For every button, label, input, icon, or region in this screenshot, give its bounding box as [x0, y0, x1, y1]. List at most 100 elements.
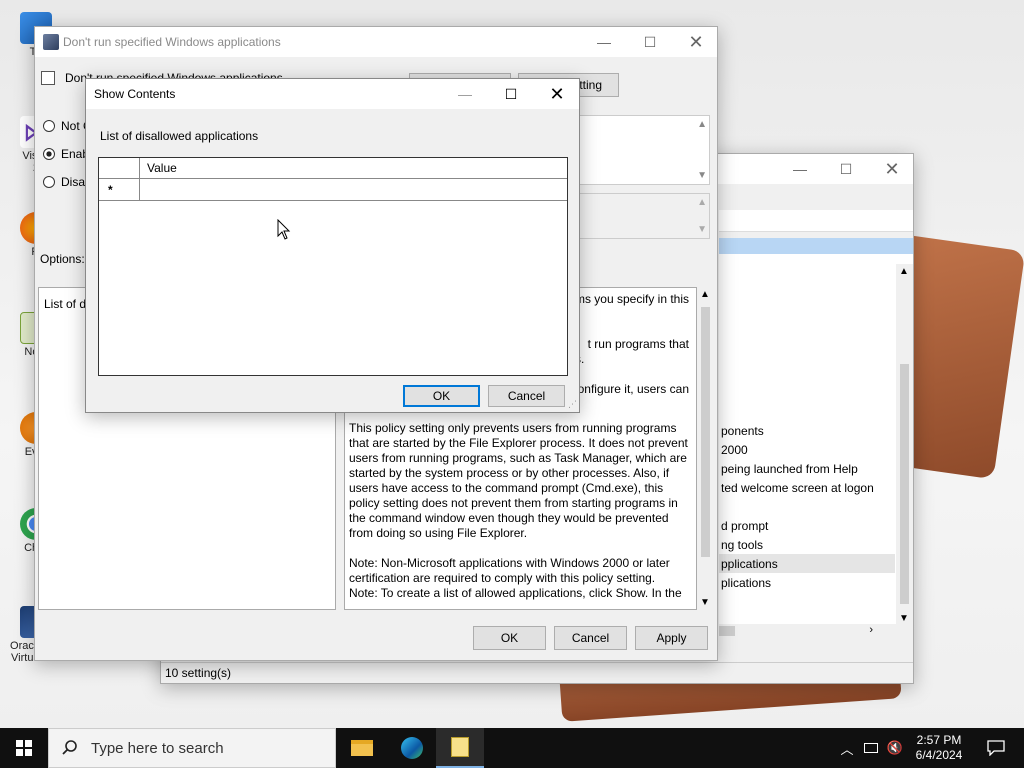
taskbar-edge[interactable] — [388, 728, 436, 768]
search-placeholder: Type here to search — [91, 739, 224, 757]
scroll-up-icon: ▲ — [700, 289, 710, 300]
policy-setting-icon — [41, 71, 55, 85]
dialog-title: Show Contents — [94, 87, 176, 101]
ok-button[interactable]: OK — [403, 385, 480, 407]
ok-button[interactable]: OK — [473, 626, 546, 650]
minimize-button[interactable]: — — [442, 79, 488, 109]
list-item[interactable]: ng tools — [721, 538, 763, 552]
column-header-value[interactable]: Value — [147, 161, 177, 175]
taskbar-notepad[interactable] — [436, 728, 484, 768]
clock-time: 2:57 PM — [916, 733, 962, 747]
close-icon: ✕ — [884, 158, 900, 179]
value-cell[interactable] — [140, 179, 567, 201]
minimize-icon: — — [458, 86, 472, 102]
help-paragraph: This policy setting only prevents users … — [349, 421, 688, 540]
network-icon — [864, 743, 878, 753]
scroll-down-icon: ▼ — [899, 613, 909, 624]
windows-logo-icon — [16, 740, 32, 756]
volume-muted-icon: 🔇 — [886, 740, 904, 755]
list-item[interactable]: plications — [721, 576, 771, 590]
notepad-icon — [451, 737, 469, 757]
taskbar: Type here to search ︿ 🔇 2:57 PM 6/4/2024 — [0, 728, 1024, 768]
scroll-down-icon: ▼ — [697, 224, 707, 235]
button-label: OK — [432, 389, 451, 403]
apply-button[interactable]: Apply — [635, 626, 708, 650]
list-item-selected[interactable]: pplications — [721, 557, 778, 571]
search-icon — [62, 740, 77, 755]
maximize-button[interactable]: ☐ — [823, 154, 869, 184]
scroll-up-icon: ▲ — [697, 197, 707, 208]
close-icon: ✕ — [688, 31, 704, 52]
list-item[interactable]: 2000 — [721, 443, 748, 457]
taskbar-file-explorer[interactable] — [338, 728, 386, 768]
network-button[interactable] — [860, 728, 882, 768]
taskbar-search-box[interactable]: Type here to search — [48, 728, 336, 768]
radio-enabled[interactable]: Enab — [43, 147, 89, 161]
list-item[interactable]: ted welcome screen at logon — [721, 481, 874, 495]
gpedit-list-header — [719, 238, 913, 254]
button-label: Cancel — [571, 631, 610, 645]
gpedit-vertical-scrollbar[interactable]: ▲ ▼ — [896, 264, 913, 624]
scroll-thumb[interactable] — [701, 307, 710, 557]
policy-app-icon — [43, 34, 59, 50]
values-grid[interactable]: Value * — [98, 157, 568, 376]
clock-date: 6/4/2024 — [915, 748, 963, 762]
new-row-marker: * — [99, 179, 140, 201]
maximize-icon: ☐ — [643, 33, 657, 50]
minimize-button[interactable]: — — [581, 27, 627, 57]
list-item[interactable]: d prompt — [721, 519, 768, 533]
chevron-up-icon: ︿ — [840, 741, 854, 757]
close-button[interactable]: ✕ — [673, 27, 719, 57]
maximize-icon: ☐ — [504, 85, 518, 102]
list-item[interactable]: peing launched from Help — [721, 462, 858, 476]
help-scrollbar[interactable]: ▲ ▼ — [697, 287, 714, 610]
action-center-button[interactable] — [976, 728, 1016, 768]
close-button[interactable]: ✕ — [869, 154, 915, 184]
cancel-button[interactable]: Cancel — [488, 385, 565, 407]
close-icon: ✕ — [549, 83, 565, 104]
radio-icon — [43, 176, 55, 188]
comment-textarea[interactable]: ▲ ▼ — [576, 115, 710, 185]
radio-selected-icon — [43, 148, 55, 160]
status-bar: 10 setting(s) — [161, 662, 913, 683]
policy-titlebar: Don't run specified Windows applications… — [35, 27, 717, 57]
options-list-label: List of d — [44, 297, 87, 311]
scroll-thumb[interactable] — [900, 364, 909, 604]
list-item[interactable]: ponents — [721, 424, 764, 438]
row-header-corner — [99, 158, 140, 179]
options-label: Options: — [40, 252, 85, 266]
minimize-icon: — — [793, 161, 807, 177]
button-label: Apply — [656, 631, 687, 645]
scroll-up-icon: ▲ — [899, 266, 909, 277]
scroll-thumb[interactable] — [719, 626, 735, 636]
scroll-down-icon: ▼ — [697, 170, 707, 181]
show-hidden-icons-button[interactable]: ︿ — [836, 728, 858, 768]
start-button[interactable] — [0, 728, 48, 768]
show-contents-dialog: Show Contents — ☐ ✕ List of disallowed a… — [85, 78, 580, 413]
button-label: OK — [500, 631, 519, 645]
close-button[interactable]: ✕ — [534, 79, 580, 109]
status-text: 10 setting(s) — [165, 666, 232, 680]
cancel-button[interactable]: Cancel — [554, 626, 627, 650]
table-row[interactable]: * — [99, 179, 567, 201]
minimize-icon: — — [597, 34, 611, 50]
window-title: Don't run specified Windows applications — [63, 35, 281, 49]
gpedit-horizontal-scrollbar[interactable]: › — [719, 624, 895, 638]
notification-icon — [987, 740, 1005, 756]
maximize-button[interactable]: ☐ — [488, 79, 534, 109]
file-explorer-icon — [351, 740, 373, 756]
button-label: Cancel — [507, 389, 546, 403]
resize-grip-icon[interactable]: ⋰ — [568, 399, 577, 410]
supported-on-box: ▲ ▼ — [576, 193, 710, 239]
scroll-up-icon: ▲ — [697, 119, 707, 130]
clock[interactable]: 2:57 PM 6/4/2024 — [908, 728, 970, 768]
minimize-button[interactable]: — — [777, 154, 823, 184]
maximize-icon: ☐ — [839, 160, 853, 177]
button-label: tting — [579, 78, 602, 92]
maximize-button[interactable]: ☐ — [627, 27, 673, 57]
list-label: List of disallowed applications — [100, 129, 259, 143]
gpedit-settings-list: ponents 2000 peing launched from Help te… — [719, 254, 913, 624]
edge-icon — [401, 737, 423, 759]
show-contents-titlebar: Show Contents — ☐ ✕ — [86, 79, 579, 109]
volume-button[interactable]: 🔇 — [884, 728, 906, 768]
